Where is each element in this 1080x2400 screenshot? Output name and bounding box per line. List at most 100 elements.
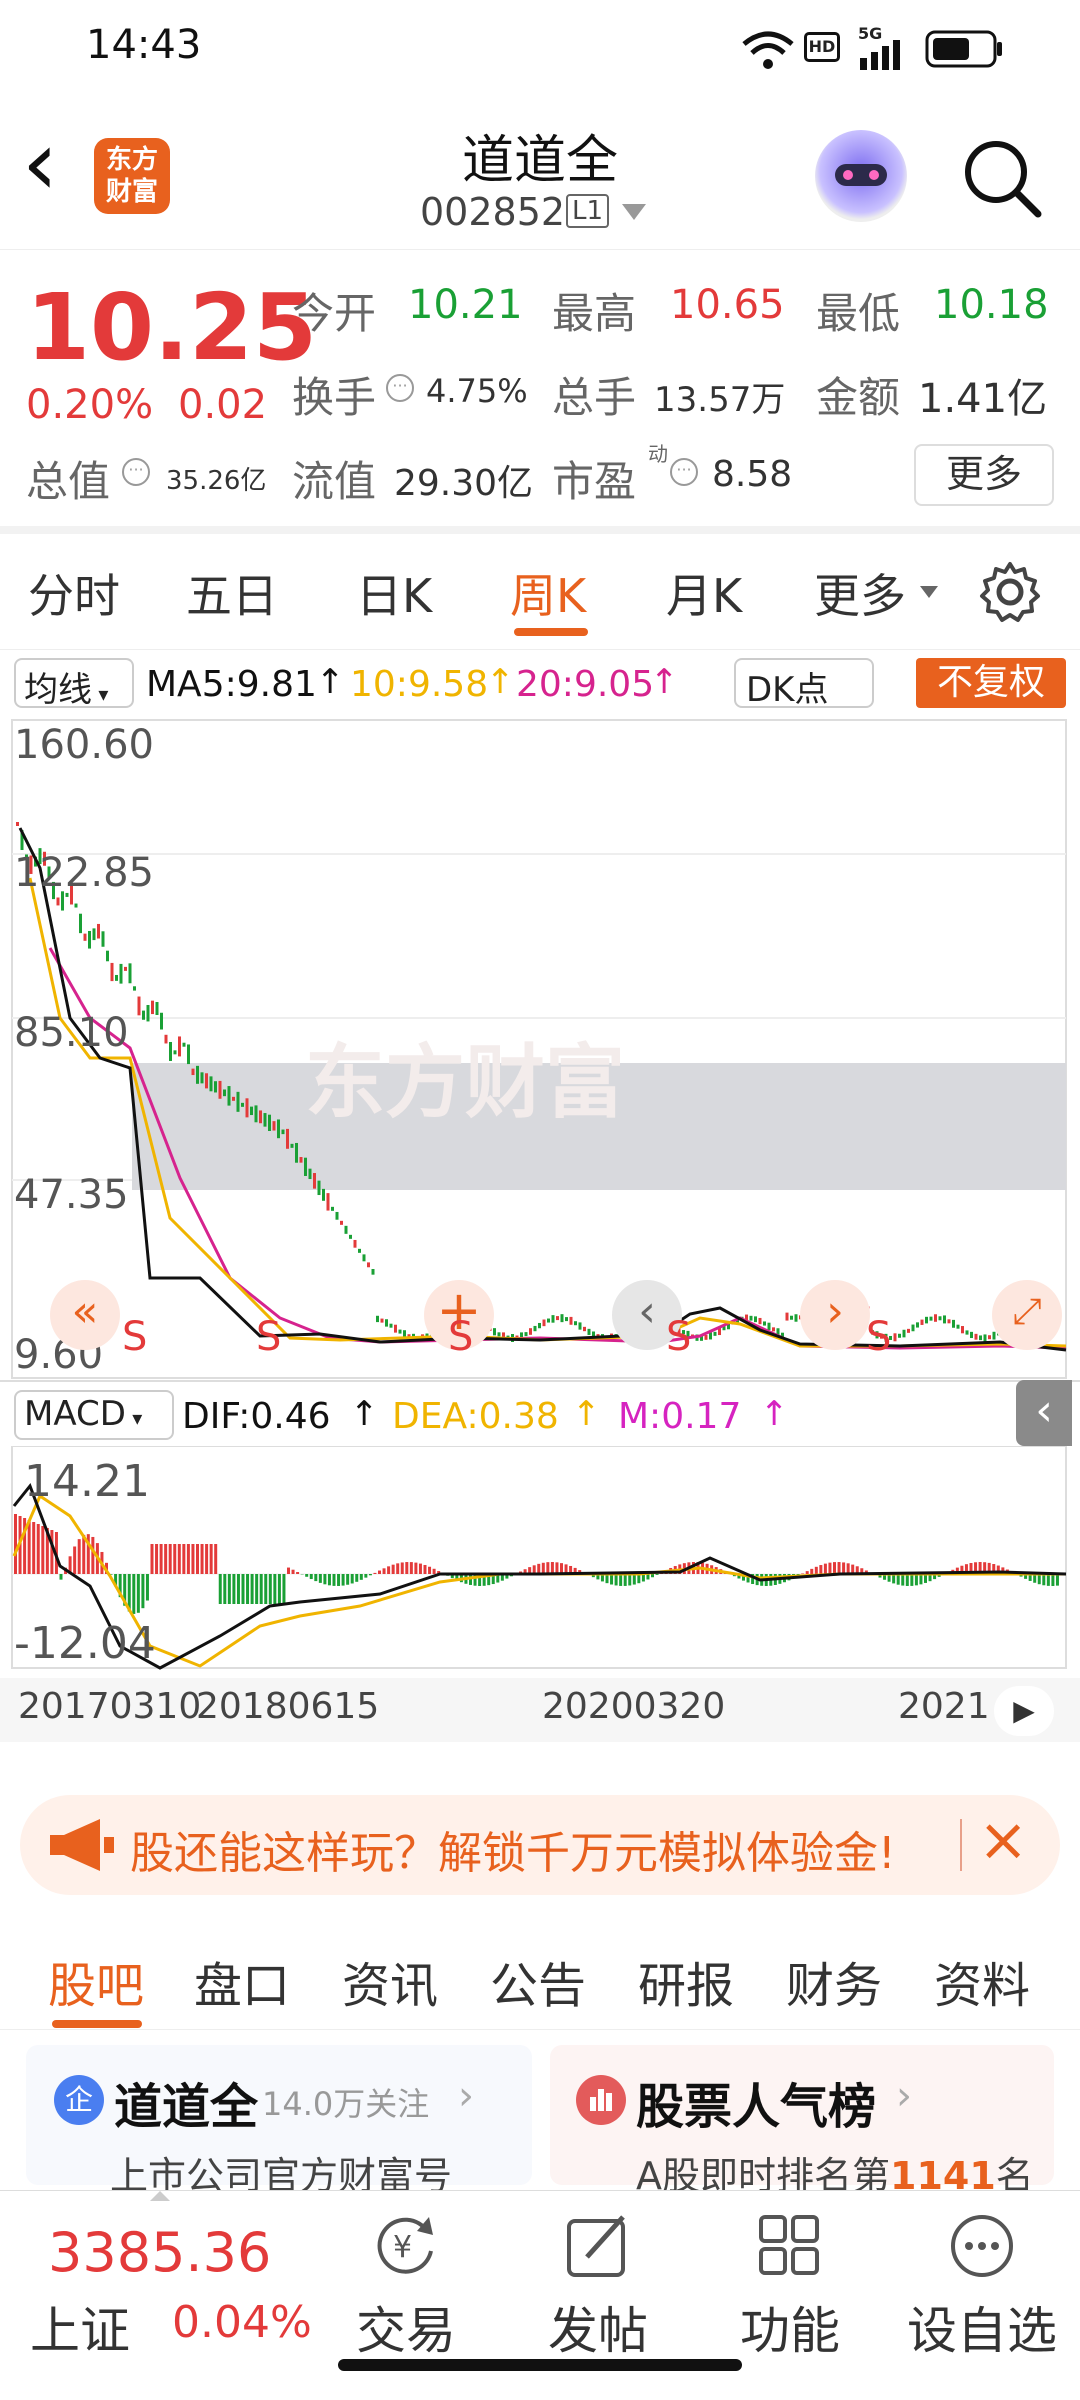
macd-bar xyxy=(396,1563,400,1574)
macd-bar xyxy=(273,1574,277,1604)
candle xyxy=(389,1323,393,1328)
candle xyxy=(947,1319,951,1324)
candle xyxy=(709,1332,712,1340)
price-chart[interactable]: 东方财富 xyxy=(0,718,1080,1418)
expand-indicator[interactable] xyxy=(150,2191,170,2201)
open-label: 今开 xyxy=(292,289,377,338)
ma-selector[interactable]: 均线 ▾ xyxy=(14,658,134,710)
index-value[interactable]: 3385.36 xyxy=(48,2221,271,2284)
candle xyxy=(200,1072,204,1084)
play-icon[interactable]: ▶ xyxy=(994,1686,1054,1736)
m-value: M:0.17 xyxy=(618,1396,742,1437)
candle xyxy=(979,1335,982,1341)
tab-forum[interactable]: 股吧 xyxy=(48,1946,144,2016)
candle xyxy=(758,1317,762,1325)
chevron-down-icon[interactable] xyxy=(622,204,646,220)
macd-bar xyxy=(186,1544,190,1574)
gear-icon[interactable] xyxy=(978,560,1042,624)
candle xyxy=(124,966,127,971)
info-icon[interactable]: ··· xyxy=(386,374,414,402)
macd-bar xyxy=(423,1564,427,1574)
tab-profile[interactable]: 资料 xyxy=(934,1946,1030,2016)
index-change[interactable]: 0.04% xyxy=(172,2297,312,2348)
candle xyxy=(304,1157,307,1176)
sell-mark: S xyxy=(448,1314,474,1360)
candle xyxy=(974,1333,978,1340)
candle xyxy=(560,1314,564,1323)
macd-bar xyxy=(291,1569,295,1574)
official-account-card[interactable]: 企 道道全 14.0万关注 › 上市公司官方财富号 xyxy=(26,2045,532,2198)
collapse-panel-button[interactable]: ‹ xyxy=(1016,1380,1072,1446)
ma10-value: 10:9.58 xyxy=(350,664,489,705)
rewind-button[interactable]: « xyxy=(50,1280,120,1350)
macd-selector[interactable]: MACD ▾ xyxy=(14,1390,174,1440)
macd-bar xyxy=(196,1544,199,1574)
macd-bar xyxy=(168,1544,172,1574)
home-indicator[interactable] xyxy=(338,2359,742,2371)
candle xyxy=(83,933,87,941)
tab-five-day[interactable]: 五日 xyxy=(186,560,278,626)
amount-value: 1.41亿 xyxy=(918,376,1048,422)
level-badge[interactable]: L1 xyxy=(566,194,610,228)
tab-financials[interactable]: 财务 xyxy=(786,1946,882,2016)
index-name[interactable]: 上证 xyxy=(30,2291,130,2363)
candle xyxy=(902,1329,906,1338)
tab-weekly-k[interactable]: 周K xyxy=(510,560,586,626)
macd-bar xyxy=(282,1574,286,1604)
candle xyxy=(704,1334,708,1340)
pe-value: 8.58 xyxy=(712,454,793,495)
up-arrow-icon: ↑ xyxy=(760,1394,789,1434)
chevron-down-icon[interactable] xyxy=(920,586,938,598)
dk-point-button[interactable]: DK点 xyxy=(734,658,874,710)
company-badge-icon: 企 xyxy=(54,2075,104,2125)
candle xyxy=(538,1322,541,1329)
candle xyxy=(142,1010,145,1020)
candle xyxy=(146,1004,150,1022)
fullscreen-icon[interactable]: ⤢ xyxy=(992,1280,1062,1350)
tab-more[interactable]: 更多 xyxy=(814,560,906,626)
tab-monthly-k[interactable]: 月K xyxy=(666,560,742,626)
macd-bar xyxy=(655,1574,659,1575)
macd-chart[interactable] xyxy=(0,1446,1080,1676)
dk-label: DK点 xyxy=(746,670,829,710)
scroll-right-button[interactable]: › xyxy=(800,1280,870,1350)
tab-research[interactable]: 研报 xyxy=(638,1946,734,2016)
float-label: 流值 xyxy=(292,457,377,506)
tab-orderbook[interactable]: 盘口 xyxy=(194,1946,290,2016)
post-button[interactable]: 发帖 xyxy=(518,2211,678,2363)
promo-banner[interactable]: 股还能这样玩？解锁千万元模拟体验金! × xyxy=(20,1795,1060,1895)
macd-bar xyxy=(327,1574,331,1586)
candle xyxy=(790,1315,793,1320)
close-icon[interactable]: × xyxy=(978,1805,1028,1875)
date-label: 20170310 xyxy=(18,1686,202,1727)
info-icon[interactable]: ··· xyxy=(122,458,150,486)
tab-daily-k[interactable]: 日K xyxy=(356,560,432,626)
more-button[interactable]: 更多 xyxy=(914,444,1054,506)
candle xyxy=(218,1080,222,1099)
active-tab-indicator xyxy=(514,628,588,636)
robot-assistant-icon[interactable] xyxy=(815,130,907,222)
popularity-card[interactable]: 股票人气榜 › A股即时排名第1141名 xyxy=(550,2045,1054,2198)
tab-intraday[interactable]: 分时 xyxy=(28,560,120,626)
candle xyxy=(272,1121,276,1131)
functions-button[interactable]: 功能 xyxy=(710,2211,870,2363)
candle xyxy=(268,1114,271,1131)
macd-bar xyxy=(250,1574,254,1604)
sell-mark: S xyxy=(122,1314,148,1360)
sell-mark: S xyxy=(866,1314,892,1360)
info-icon[interactable]: ··· xyxy=(670,458,698,486)
tab-announcements[interactable]: 公告 xyxy=(490,1946,586,2016)
candle xyxy=(79,913,82,934)
add-watchlist-button[interactable]: 设自选 xyxy=(902,2211,1062,2363)
macd-bar xyxy=(391,1564,395,1574)
search-icon[interactable] xyxy=(960,136,1044,220)
open-value: 10.21 xyxy=(408,282,523,328)
volume-value: 13.57万 xyxy=(654,380,786,420)
tab-news[interactable]: 资讯 xyxy=(342,1946,438,2016)
macd-bar xyxy=(159,1544,163,1574)
macd-bar xyxy=(50,1530,54,1574)
candle xyxy=(767,1322,771,1331)
candle xyxy=(398,1329,402,1334)
trade-button[interactable]: ¥ 交易 xyxy=(326,2211,486,2363)
no-restore-button[interactable]: 不复权 xyxy=(916,658,1066,708)
